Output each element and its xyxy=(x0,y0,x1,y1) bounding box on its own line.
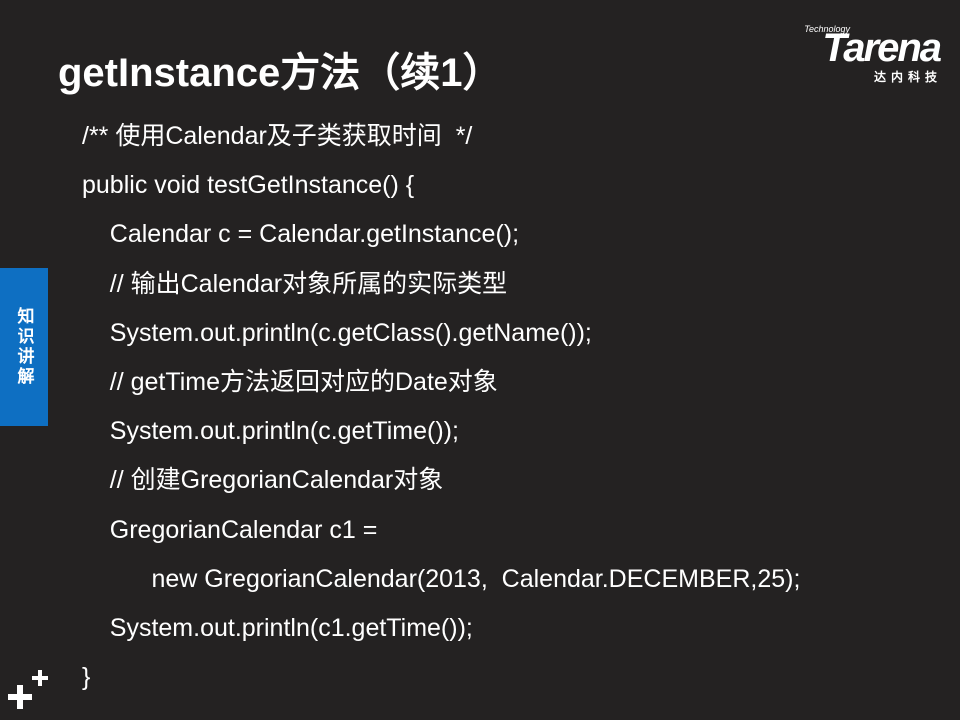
code-line: new GregorianCalendar(2013, Calendar.DEC… xyxy=(82,564,801,593)
code-line: /** 使用Calendar及子类获取时间 */ xyxy=(82,122,473,150)
code-line: // 输出Calendar对象所属的实际类型 xyxy=(82,269,508,298)
code-line: System.out.println(c.getTime()); xyxy=(82,417,459,446)
code-line: // getTime方法返回对应的Date对象 xyxy=(82,367,498,396)
code-line: public void testGetInstance() { xyxy=(82,171,415,200)
code-line: System.out.println(c1.getTime()); xyxy=(82,613,473,642)
code-line: GregorianCalendar c1 = xyxy=(82,515,378,544)
plus-icon xyxy=(8,670,48,709)
code-line: System.out.println(c.getClass().getName(… xyxy=(82,318,592,347)
tarena-logo: Technology Tarena 达内科技 xyxy=(772,20,942,84)
code-block: /** 使用Calendar及子类获取时间 */ public void tes… xyxy=(82,114,800,704)
side-tab-label: 知识讲解 xyxy=(14,307,34,387)
side-section-tab: 知识讲解 xyxy=(0,268,48,426)
code-line: } xyxy=(82,663,91,692)
code-line: Calendar c = Calendar.getInstance(); xyxy=(82,220,520,249)
logo-wordmark: Tarena xyxy=(822,26,942,70)
code-line: // 创建GregorianCalendar对象 xyxy=(82,466,444,495)
logo-subtitle: 达内科技 xyxy=(873,70,942,84)
slide-title: getInstance方法（续1） xyxy=(58,51,503,95)
